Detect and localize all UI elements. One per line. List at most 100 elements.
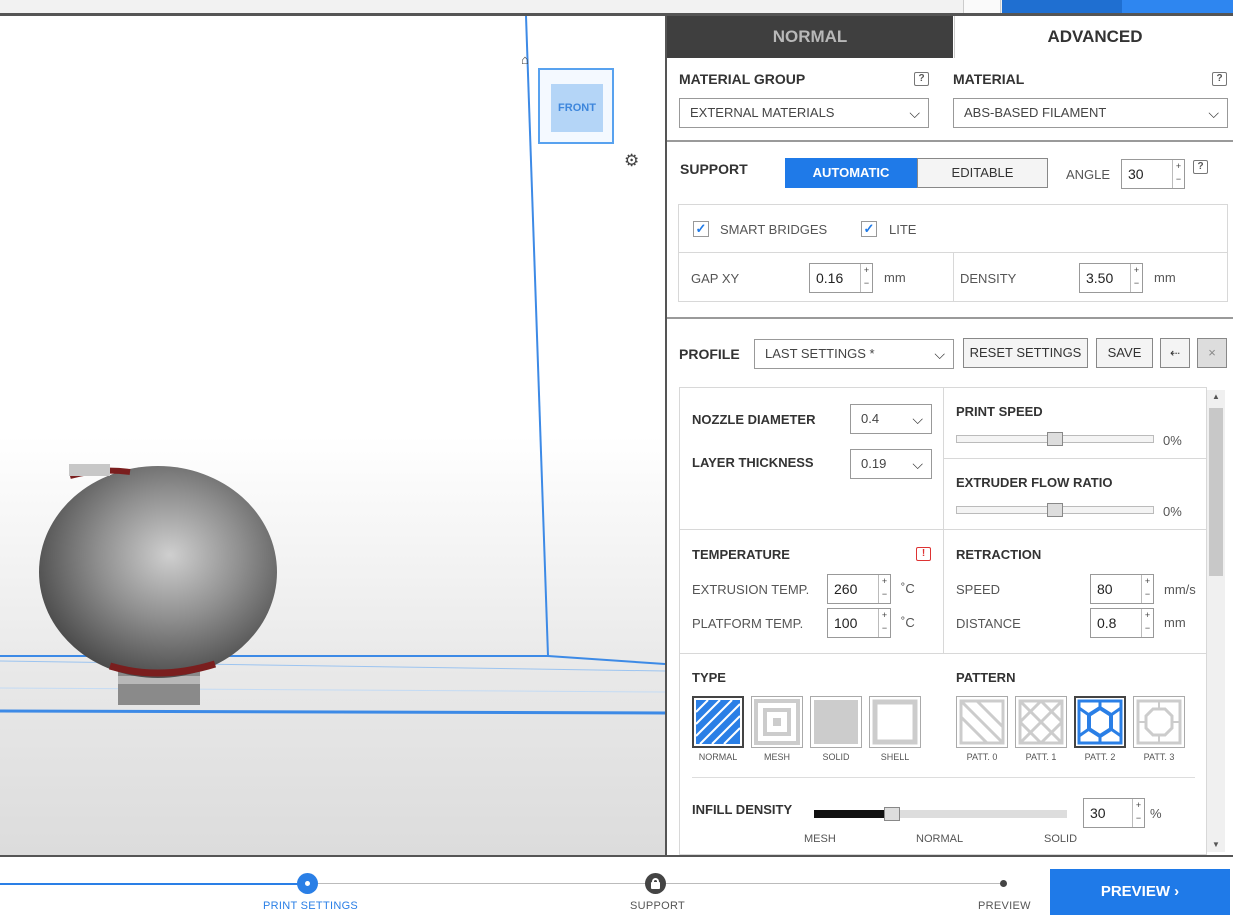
diagonal-fill-icon <box>695 699 741 745</box>
mode-tabs: NORMAL ADVANCED <box>667 16 1233 58</box>
help-icon[interactable]: ? <box>914 72 929 86</box>
lite-label: LITE <box>889 222 917 237</box>
infill-slider[interactable] <box>814 807 1067 821</box>
type-solid-tile[interactable] <box>810 696 862 748</box>
gap-unit: mm <box>884 270 906 285</box>
type-normal-tile[interactable] <box>692 696 744 748</box>
warning-icon[interactable]: ! <box>916 547 931 561</box>
reset-settings-button[interactable]: RESET SETTINGS <box>963 338 1088 368</box>
material-group-select[interactable]: EXTERNAL MATERIALS ⌵ <box>679 98 929 128</box>
step-preview-label[interactable]: PREVIEW <box>978 900 1031 912</box>
top-toolbar <box>0 0 1233 16</box>
support-automatic-button[interactable]: AUTOMATIC <box>785 158 917 188</box>
material-group-label: MATERIAL GROUP <box>679 71 806 87</box>
chevron-down-icon: ⌵ <box>1208 105 1219 121</box>
layer-label: LAYER THICKNESS <box>692 455 814 470</box>
divider <box>943 387 944 653</box>
temperature-label: TEMPERATURE <box>692 547 790 562</box>
toolbar-button[interactable] <box>963 0 1001 13</box>
retraction-speed-stepper[interactable]: 80 + − <box>1090 574 1154 604</box>
retraction-distance-stepper[interactable]: 0.8 + − <box>1090 608 1154 638</box>
pattern-1-tile[interactable] <box>1015 696 1067 748</box>
print-speed-slider[interactable] <box>956 432 1154 446</box>
lite-checkbox[interactable]: ✓ <box>861 221 877 237</box>
infill-slider-fill <box>814 810 892 818</box>
gear-icon[interactable]: ⚙ <box>624 152 642 170</box>
stepper-arrows-icon[interactable]: + − <box>1141 609 1153 637</box>
support-editable-button[interactable]: EDITABLE <box>917 158 1048 188</box>
retraction-label: RETRACTION <box>956 547 1042 562</box>
export-icon[interactable]: ⇠ <box>1160 338 1190 368</box>
stepper-arrows-icon[interactable]: + − <box>1132 799 1144 827</box>
chevron-down-icon: ⌵ <box>934 346 945 362</box>
scrollbar-thumb[interactable] <box>1209 408 1223 576</box>
smart-bridges-label: SMART BRIDGES <box>720 222 828 237</box>
speed-unit: mm/s <box>1164 582 1196 597</box>
density-label: DENSITY <box>960 271 1017 286</box>
divider <box>943 458 1207 459</box>
angle-stepper[interactable]: 30 + − <box>1121 159 1185 189</box>
step-preview-dot[interactable] <box>1000 880 1007 887</box>
stepper-arrows-icon[interactable]: + − <box>1130 264 1142 292</box>
help-icon[interactable]: ? <box>1193 160 1208 174</box>
stepper-arrows-icon[interactable]: + − <box>878 575 890 603</box>
preview-button[interactable]: PREVIEW › <box>1050 869 1230 915</box>
infill-unit: % <box>1150 806 1162 821</box>
print-speed-label: PRINT SPEED <box>956 404 1043 419</box>
nozzle-label: NOZZLE DIAMETER <box>692 412 816 427</box>
concentric-squares-icon <box>754 699 800 745</box>
material-group-value: EXTERNAL MATERIALS <box>690 105 835 120</box>
extrusion-value: 260 <box>834 581 858 597</box>
infill-mark-mesh: MESH <box>804 833 836 845</box>
stepper-arrows-icon[interactable]: + − <box>878 609 890 637</box>
material-select[interactable]: ABS-BASED FILAMENT ⌵ <box>953 98 1228 128</box>
step-print-settings-label[interactable]: PRINT SETTINGS <box>263 900 358 912</box>
profile-select[interactable]: LAST SETTINGS * ⌵ <box>754 339 954 369</box>
lock-icon[interactable] <box>645 873 666 894</box>
slider-thumb[interactable] <box>1047 503 1063 517</box>
pattern-0-tile[interactable] <box>956 696 1008 748</box>
divider <box>667 317 1233 319</box>
infill-stepper[interactable]: 30 + − <box>1083 798 1145 828</box>
distance-label: DISTANCE <box>956 616 1021 631</box>
material-label: MATERIAL <box>953 71 1025 87</box>
close-icon[interactable]: × <box>1197 338 1227 368</box>
smart-bridges-checkbox[interactable]: ✓ <box>693 221 709 237</box>
pattern-caption: PATT. 2 <box>1084 752 1116 762</box>
pattern-3-tile[interactable] <box>1133 696 1185 748</box>
slider-thumb[interactable] <box>884 807 900 821</box>
layer-select[interactable]: 0.19 ⌵ <box>850 449 932 479</box>
flow-slider[interactable] <box>956 503 1154 517</box>
nozzle-select[interactable]: 0.4 ⌵ <box>850 404 932 434</box>
gap-xy-stepper[interactable]: 0.16 + − <box>809 263 873 293</box>
speed-label: SPEED <box>956 582 1001 597</box>
tab-normal[interactable]: NORMAL <box>667 16 953 58</box>
lock-shackle <box>652 878 659 884</box>
octagon-pattern-icon <box>1136 699 1182 745</box>
3d-viewport[interactable]: ⌂ FRONT ⚙ <box>0 16 665 855</box>
step-print-settings-dot[interactable] <box>297 873 318 894</box>
pattern-2-tile[interactable] <box>1074 696 1126 748</box>
home-icon[interactable]: ⌂ <box>521 52 535 67</box>
extrusion-stepper[interactable]: 260 + − <box>827 574 891 604</box>
slider-thumb[interactable] <box>1047 432 1063 446</box>
stepper-arrows-icon[interactable]: + − <box>1172 160 1184 188</box>
density-stepper[interactable]: 3.50 + − <box>1079 263 1143 293</box>
step-support-label[interactable]: SUPPORT <box>630 900 685 912</box>
toolbar-tab-active[interactable] <box>1002 0 1122 13</box>
type-mesh-tile[interactable] <box>751 696 803 748</box>
platform-stepper[interactable]: 100 + − <box>827 608 891 638</box>
cube-front-face[interactable]: FRONT <box>551 84 603 132</box>
view-cube[interactable]: FRONT <box>538 68 614 144</box>
stepper-arrows-icon[interactable]: + − <box>860 264 872 292</box>
help-icon[interactable]: ? <box>1212 72 1227 86</box>
settings-scrollbar[interactable]: ▲ ▼ <box>1207 390 1225 852</box>
type-shell-tile[interactable] <box>869 696 921 748</box>
save-button[interactable]: SAVE <box>1096 338 1153 368</box>
active-dot-icon <box>305 881 310 886</box>
stepper-arrows-icon[interactable]: + − <box>1141 575 1153 603</box>
tab-advanced[interactable]: ADVANCED <box>954 16 1233 58</box>
scroll-up-icon[interactable]: ▲ <box>1207 390 1225 404</box>
toolbar-tab[interactable] <box>1122 0 1233 13</box>
scroll-down-icon[interactable]: ▼ <box>1207 838 1225 852</box>
